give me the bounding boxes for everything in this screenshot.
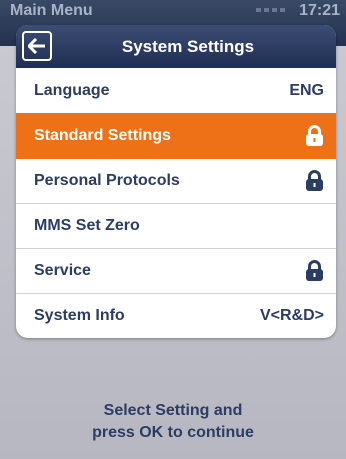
menu-item-value: ENG	[289, 81, 324, 99]
system-settings-panel: System Settings Language ENG Standard Se…	[16, 25, 336, 338]
instruction-line-2: press OK to continue	[92, 424, 254, 441]
menu-item-label: Personal Protocols	[34, 172, 180, 189]
menu-item-system-info[interactable]: System Info V<R&D>	[16, 293, 336, 338]
menu-item-label: Language	[34, 81, 110, 99]
menu-item-label: Service	[34, 262, 91, 279]
menu-item-label: System Info	[34, 307, 125, 324]
menu-item-standard-settings[interactable]: Standard Settings	[16, 113, 336, 158]
back-button[interactable]	[22, 31, 52, 61]
panel-header: System Settings	[16, 25, 336, 68]
panel-title: System Settings	[121, 37, 255, 56]
instruction-text: Select Setting and press OK to continue	[0, 400, 346, 444]
instruction-line-1: Select Setting and	[103, 402, 243, 419]
menu-item-label: MMS Set Zero	[34, 217, 140, 234]
lock-icon	[306, 170, 323, 191]
lock-icon	[306, 260, 323, 281]
arrow-left-icon	[28, 38, 45, 54]
menu-item-value: V<R&D>	[259, 307, 324, 324]
menu-item-mms-set-zero[interactable]: MMS Set Zero	[16, 203, 336, 248]
clock: 17:21	[299, 2, 340, 19]
menu-item-language[interactable]: Language ENG	[16, 68, 336, 113]
signal-indicator-icon	[256, 8, 286, 12]
menu-item-service[interactable]: Service	[16, 248, 336, 293]
menu-item-personal-protocols[interactable]: Personal Protocols	[16, 158, 336, 203]
menu-item-label: Standard Settings	[34, 127, 171, 144]
settings-menu: Language ENG Standard Settings Personal …	[16, 68, 336, 338]
lock-icon	[306, 125, 323, 146]
background-title: Main Menu	[10, 2, 93, 19]
